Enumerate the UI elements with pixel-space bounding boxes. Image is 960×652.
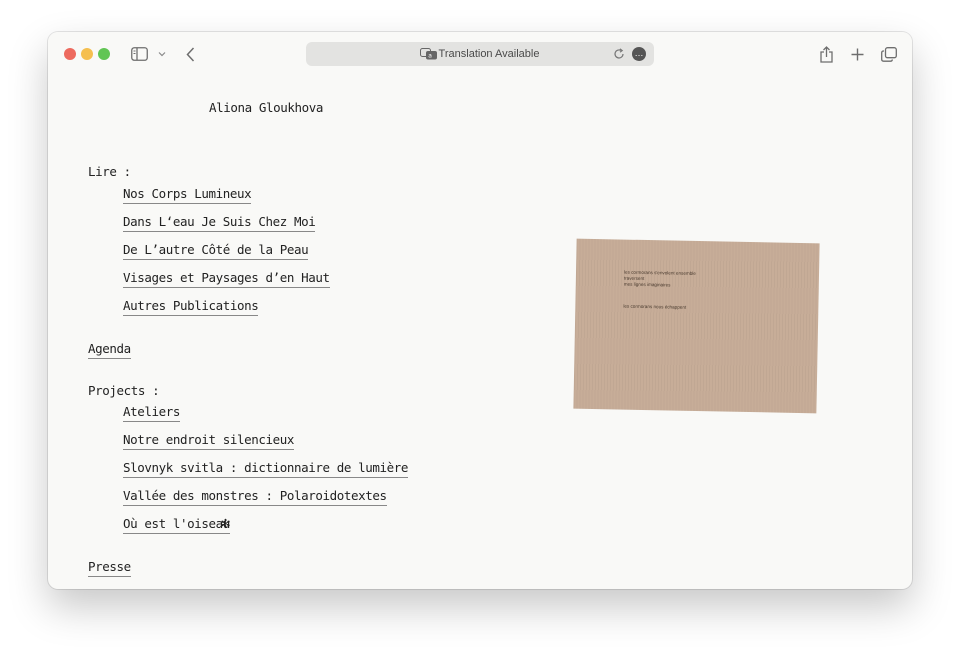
close-window-button[interactable]	[64, 48, 76, 60]
sidebar-toggle-icon[interactable]	[130, 44, 148, 64]
back-arrow-icon[interactable]	[183, 44, 197, 64]
more-options-icon[interactable]: …	[632, 47, 646, 61]
site-title[interactable]: Aliona Gloukhova	[209, 100, 323, 115]
link-nos-corps-lumineux[interactable]: Nos Corps Lumineux	[123, 186, 252, 204]
browser-toolbar: a Translation Available …	[48, 32, 912, 76]
new-tab-icon[interactable]	[849, 44, 865, 64]
link-vallee-des-monstres[interactable]: Vallée des monstres : Polaroidotextes	[123, 488, 387, 506]
reload-icon[interactable]	[612, 47, 626, 61]
zoom-window-button[interactable]	[98, 48, 110, 60]
kraft-paper-poem-image: les cormorans s'envolent ensemble traver…	[573, 238, 820, 414]
address-bar[interactable]: a Translation Available …	[306, 42, 654, 66]
tab-overview-icon[interactable]	[880, 44, 898, 64]
poem-line: les cormorans nous échappent	[623, 303, 687, 310]
link-autres-publications[interactable]: Autres Publications	[123, 298, 259, 316]
poem-line: mes lignes imaginaires	[623, 281, 671, 288]
link-presse[interactable]: Presse	[88, 559, 131, 577]
link-dans-leau[interactable]: Dans L‘eau Je Suis Chez Moi	[123, 214, 316, 232]
poem-line: traversent	[623, 275, 645, 281]
page-content: Aliona Gloukhova Lire : Nos Corps Lumine…	[48, 76, 912, 589]
link-notre-endroit-silencieux[interactable]: Notre endroit silencieux	[123, 432, 294, 450]
projects-label: Projects :	[88, 383, 160, 398]
address-bar-text: Translation Available	[438, 48, 540, 60]
lire-label: Lire :	[88, 164, 131, 179]
browser-window: a Translation Available … Aliona Gloukho…	[48, 32, 912, 589]
share-icon[interactable]	[818, 44, 834, 64]
link-visages-et-paysages[interactable]: Visages et Paysages d’en Haut	[123, 270, 330, 288]
asterisk-mark: ✻	[221, 514, 230, 532]
link-slovnyk-svitla[interactable]: Slovnyk svitla : dictionnaire de lumière	[123, 460, 408, 478]
link-ou-est-loiseau[interactable]: Où est l'oiseau	[123, 516, 230, 534]
link-ateliers[interactable]: Ateliers	[123, 404, 180, 422]
link-agenda[interactable]: Agenda	[88, 341, 131, 359]
minimize-window-button[interactable]	[81, 48, 93, 60]
link-de-lautre-cote[interactable]: De L’autre Côté de la Peau	[123, 242, 309, 260]
chevron-down-icon[interactable]	[156, 44, 168, 64]
